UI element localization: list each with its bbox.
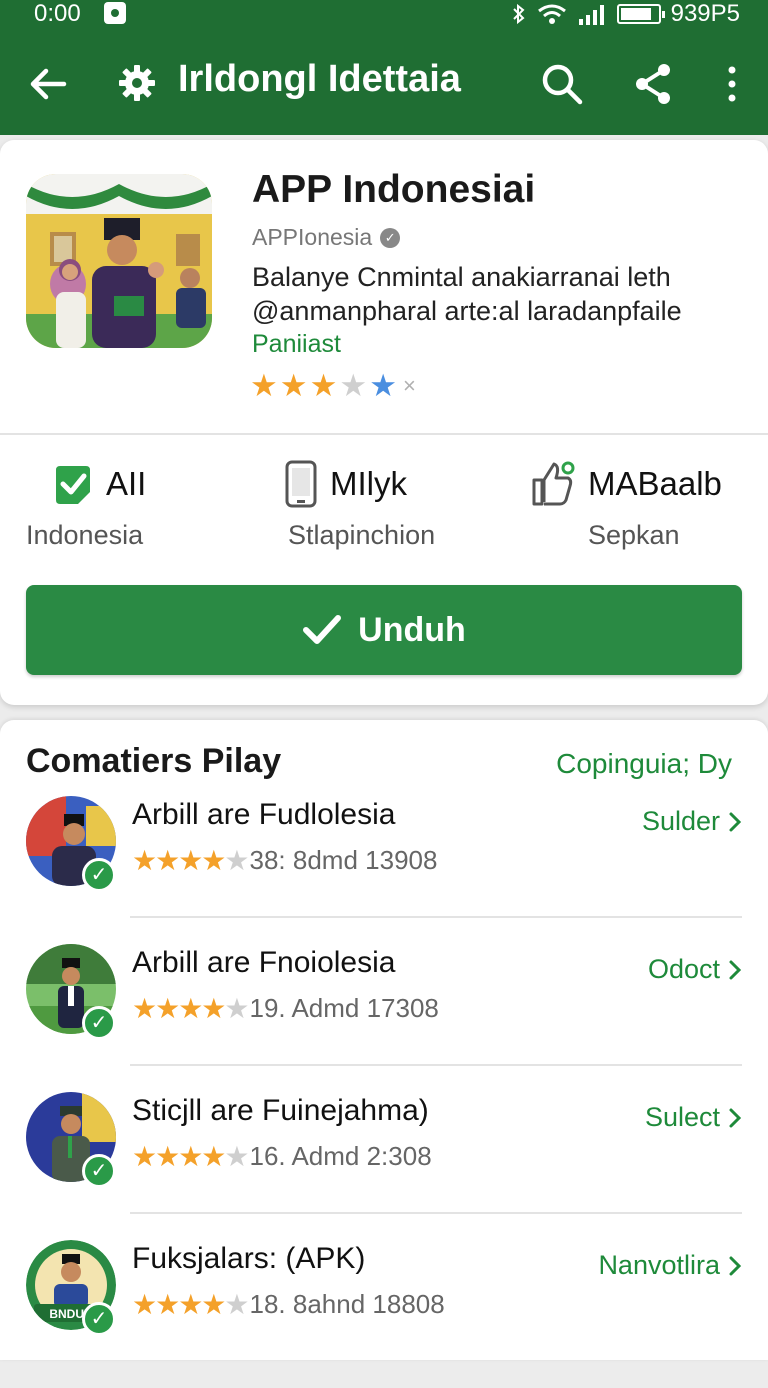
app-name: APP Indonesiai — [252, 168, 536, 211]
divider — [130, 1212, 742, 1214]
bluetooth-icon — [512, 3, 525, 25]
status-time: 0:00 — [34, 0, 81, 27]
star-rating: ★★★★★ — [132, 1141, 250, 1172]
wifi-icon — [537, 4, 566, 24]
stat-label: Indonesia — [26, 520, 144, 550]
back-arrow-icon[interactable] — [24, 60, 72, 108]
developer-name[interactable]: APPIonesia — [252, 224, 372, 251]
signal-icon — [578, 5, 604, 25]
battery-icon — [616, 4, 665, 24]
item-meta-text: 16. Admd 2:308 — [249, 1141, 432, 1171]
like-icon — [532, 461, 575, 506]
app-bar: Irldongl Idettaia — [0, 40, 768, 126]
item-name: Fuksjalars: (APK) — [132, 1242, 366, 1275]
status-battery-text: 939P5 — [670, 0, 740, 27]
list-item[interactable]: BNDUN ✓ Fuksjalars: (APK) ★★★★★ 18. 8ahn… — [0, 1240, 768, 1388]
close-small-icon: × — [402, 373, 416, 398]
check-shield-icon — [56, 466, 90, 504]
item-action[interactable]: Odoct — [648, 954, 742, 985]
list-item[interactable]: ✓ Arbill are Fnoiolesia ★★★★★ 19. Admd 1… — [0, 944, 768, 1092]
search-icon[interactable] — [540, 62, 584, 106]
item-action-label: Odoct — [647, 954, 720, 984]
app-icon[interactable] — [26, 174, 212, 348]
verified-check-icon: ✓ — [82, 1154, 116, 1188]
item-meta-text: 19. Admd 17308 — [249, 993, 439, 1023]
verified-check-icon: ✓ — [82, 1302, 116, 1336]
status-right: 939P5 — [511, 0, 740, 28]
gear-icon[interactable] — [118, 64, 156, 102]
section-title: Comatiers Pilay — [26, 742, 282, 780]
stat-region: AII Indonesia — [26, 458, 146, 558]
install-button[interactable]: Unduh — [26, 585, 742, 675]
phone-icon — [285, 460, 317, 508]
notification-icon — [104, 2, 126, 24]
app-category[interactable]: Paniiast — [252, 330, 341, 359]
more-vert-icon[interactable] — [718, 62, 746, 106]
star-rating: ★★★★★ — [132, 993, 250, 1024]
star-icon: ★ — [309, 368, 338, 403]
app-description: Balanye Cnmintal anakiarranai leth @anma… — [252, 262, 682, 326]
chevron-right-icon — [729, 812, 742, 831]
star-blue-icon: ★ — [369, 368, 397, 403]
app-header-card: APP Indonesiai APPIonesia ✓ Balanye Cnmi… — [0, 140, 768, 705]
install-button-label: Unduh — [358, 610, 466, 649]
star-rating: ★★★★★ — [132, 845, 250, 876]
section-link[interactable]: Copinguia; Dy — [556, 748, 732, 780]
star-icon: ★ — [250, 368, 278, 403]
stat-value: AII — [106, 465, 147, 502]
share-icon[interactable] — [632, 62, 674, 106]
star-rating: ★★★★★ — [132, 1289, 250, 1320]
status-bar: 0:00 939P5 — [0, 0, 768, 28]
item-meta: ★★★★★ 38: 8dmd 13908 — [132, 844, 437, 877]
stat-label: Stlapinchion — [288, 520, 436, 550]
list-item[interactable]: ✓ Sticjll are Fuinejahma) ★★★★★ 16. Admd… — [0, 1092, 768, 1240]
stat-size: MABaalb Sepkan — [530, 458, 722, 558]
stat-value: MIlyk — [330, 465, 407, 502]
item-action-label: Sulect — [644, 1102, 720, 1132]
developer[interactable]: APPIonesia ✓ — [252, 224, 401, 251]
chevron-right-icon — [729, 1256, 742, 1275]
item-meta: ★★★★★ 19. Admd 17308 — [132, 992, 439, 1025]
item-name: Arbill are Fnoiolesia — [132, 946, 396, 979]
verified-check-icon: ✓ — [82, 1006, 116, 1040]
stat-label: Sepkan — [588, 520, 680, 550]
chevron-right-icon — [729, 960, 742, 979]
item-action-label: Nanvotlira — [598, 1250, 720, 1280]
item-action[interactable]: Sulect — [645, 1102, 742, 1133]
star-icon: ★ — [279, 368, 308, 403]
item-action[interactable]: Sulder — [642, 806, 742, 837]
item-action-label: Sulder — [641, 806, 720, 836]
divider — [130, 916, 742, 918]
stat-device: MIlyk Stlapinchion — [284, 458, 435, 558]
star-empty-icon: ★ — [339, 368, 368, 403]
app-rating: ★ ★ ★ ★ ★ × — [250, 368, 416, 404]
item-name: Sticjll are Fuinejahma) — [132, 1094, 429, 1127]
list-item[interactable]: ✓ Arbill are Fudlolesia ★★★★★ 38: 8dmd 1… — [0, 796, 768, 944]
item-meta: ★★★★★ 18. 8ahnd 18808 — [132, 1288, 445, 1321]
item-meta-text: 38: 8dmd 13908 — [249, 845, 438, 875]
top-bar: 0:00 939P5 Irldongl Idettaia — [0, 0, 768, 135]
check-icon — [303, 615, 342, 644]
item-meta-text: 18. 8ahnd 18808 — [249, 1289, 445, 1319]
verified-icon: ✓ — [380, 227, 401, 248]
stat-value: MABaalb — [588, 465, 722, 502]
chevron-right-icon — [729, 1108, 742, 1127]
item-meta: ★★★★★ 16. Admd 2:308 — [132, 1140, 432, 1173]
divider — [130, 1064, 742, 1066]
verified-check-icon: ✓ — [82, 858, 116, 892]
app-bar-title: Irldongl Idettaia — [178, 58, 461, 100]
item-name: Arbill are Fudlolesia — [132, 798, 396, 831]
divider — [0, 433, 768, 435]
item-action[interactable]: Nanvotlira — [598, 1250, 742, 1281]
